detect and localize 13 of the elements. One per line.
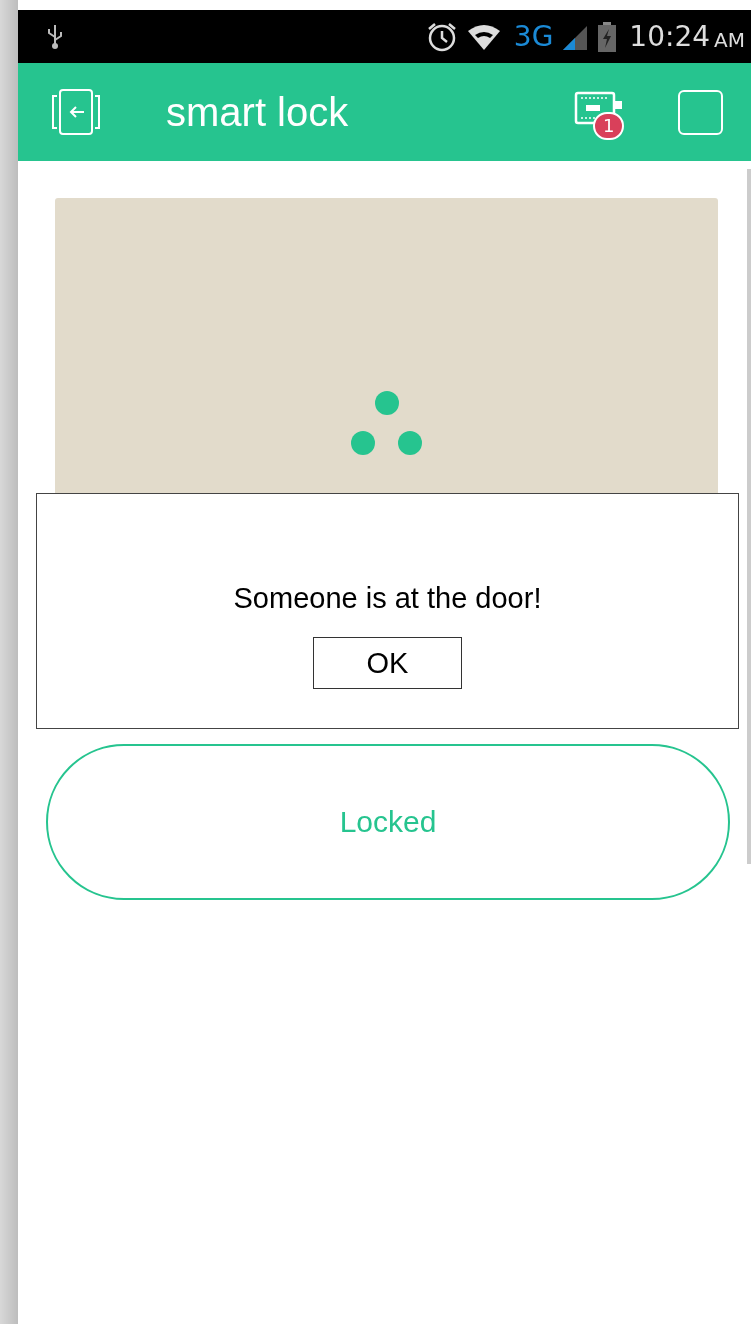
network-type: 3G xyxy=(513,20,554,53)
notification-badge: 1 xyxy=(593,112,625,140)
exit-icon[interactable] xyxy=(51,88,101,136)
clock-time: 10:24 xyxy=(629,20,711,53)
battery-charging-icon xyxy=(597,20,618,53)
clock-meridiem: AM xyxy=(714,26,745,52)
alert-message: Someone is at the door! xyxy=(233,582,542,615)
app-title: smart lock xyxy=(166,89,349,135)
loading-spinner-icon xyxy=(350,391,423,455)
wifi-icon xyxy=(465,22,502,51)
ok-button[interactable]: OK xyxy=(313,637,462,689)
usb-icon xyxy=(46,23,64,50)
square-button[interactable] xyxy=(678,89,723,135)
